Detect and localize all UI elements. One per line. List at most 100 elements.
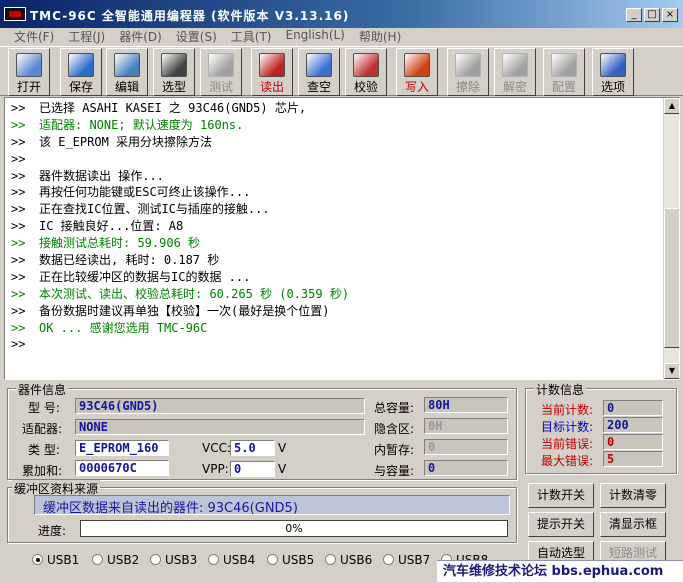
usb-radio-4[interactable]: USB4 (208, 553, 255, 567)
log-line: >> 再按任何功能键或ESC可终止该操作... (11, 184, 661, 201)
usb-radio-2[interactable]: USB2 (92, 553, 139, 567)
log-line: >> (11, 336, 661, 353)
log-text: IC 接触良好...位置: A8 (39, 219, 184, 234)
toolbar-label: 校验 (353, 80, 378, 94)
log-scrollbar[interactable]: ▲ ▼ (663, 98, 679, 379)
log-prefix: >> (11, 185, 26, 200)
menu-item-3[interactable]: 设置(S) (170, 25, 225, 45)
count-toggle-button[interactable]: 计数开关 (528, 483, 594, 508)
radio-dot-icon[interactable] (208, 554, 219, 565)
vpp-label: VPP: (202, 462, 229, 476)
usb-radio-3[interactable]: USB3 (150, 553, 197, 567)
model-label: 型 号: (28, 401, 60, 415)
log-text: 数据已经读出, 耗时: 0.187 秒 (39, 253, 220, 268)
usb-radio-label: USB5 (282, 553, 315, 567)
menu-item-5[interactable]: English(L) (279, 25, 352, 45)
max-errors-field: 5 (603, 451, 663, 467)
vpp-unit: V (278, 462, 287, 476)
log-lines: >> 已选择 ASAHI KASEI 之 93C46(GND5) 芯片, >> 适配器… (11, 100, 661, 353)
log-line: >> 该 E_EPROM 采用分块擦除方法 (11, 134, 661, 151)
radio-dot-icon[interactable] (383, 554, 394, 565)
progress-label: 进度: (38, 524, 67, 538)
count-info-title: 计数信息 (534, 381, 587, 398)
toolbar-button-3[interactable]: 选型 (153, 48, 195, 96)
toolbar-button-9[interactable]: 擦除 (447, 48, 489, 96)
close-button[interactable]: × (662, 8, 678, 22)
toolbar-label: 保存 (68, 80, 93, 94)
toolbar-button-1[interactable]: 保存 (60, 48, 102, 96)
toolbar-button-10[interactable]: 解密 (494, 48, 536, 96)
menu-item-4[interactable]: 工具(T) (225, 25, 280, 45)
checksum-field: 0000670C (75, 460, 169, 476)
log-text: 正在查找IC位置、测试IC与插座的接触... (39, 202, 270, 217)
toolbar-label: 写入 (404, 80, 429, 94)
test-icon (208, 53, 234, 77)
usb-radio-7[interactable]: USB7 (383, 553, 430, 567)
toolbar-button-8[interactable]: 写入 (396, 48, 438, 96)
log-prefix: >> (11, 269, 26, 284)
radio-dot-icon[interactable] (150, 554, 161, 565)
count-clear-button[interactable]: 计数清零 (600, 483, 666, 508)
write-icon (404, 53, 430, 77)
clear-display-button[interactable]: 清显示框 (600, 512, 666, 537)
and-capacity-label: 与容量: (374, 464, 415, 478)
toolbar-button-7[interactable]: 校验 (345, 48, 387, 96)
toolbar-label: 查空 (306, 80, 331, 94)
hint-toggle-button[interactable]: 提示开关 (528, 512, 594, 537)
and-capacity-field: 0 (424, 460, 508, 476)
verify-icon (353, 53, 379, 77)
radio-dot-icon[interactable] (92, 554, 103, 565)
menu-item-6[interactable]: 帮助(H) (353, 25, 409, 45)
toolbar-button-12[interactable]: 选项 (592, 48, 634, 96)
window-title: TMC-96C 全智能通用编程器 (软件版本 V3.13.16) (30, 9, 350, 23)
usb-radio-5[interactable]: USB5 (267, 553, 314, 567)
log-prefix: >> (11, 303, 26, 318)
current-errors-field: 0 (603, 434, 663, 450)
minimize-button[interactable]: _ (626, 8, 642, 22)
log-prefix: >> (11, 236, 26, 251)
toolbar-button-0[interactable]: 打开 (8, 48, 50, 96)
scroll-thumb[interactable] (664, 208, 679, 348)
usb-radio-1[interactable]: USB1 (32, 553, 79, 567)
vpp-field: 0 (230, 461, 275, 477)
current-count-field: 0 (603, 400, 663, 416)
hidden-field: 0H (424, 418, 508, 434)
radio-dot-icon[interactable] (267, 554, 278, 565)
maximize-button[interactable]: □ (644, 8, 660, 22)
log-prefix: >> (11, 253, 26, 268)
scroll-up-icon[interactable]: ▲ (664, 98, 679, 114)
buffer-source-box: 缓冲区数据来自读出的器件: 93C46(GND5) (34, 495, 510, 516)
usb-radio-6[interactable]: USB6 (325, 553, 372, 567)
current-count-label: 当前计数: (541, 403, 594, 417)
menu-item-1[interactable]: 工程(J) (62, 25, 113, 45)
usb-radio-label: USB1 (47, 553, 80, 567)
buffer-source-text: 缓冲区数据来自读出的器件: 93C46(GND5) (43, 501, 298, 516)
toolbar-label: 解密 (502, 80, 527, 94)
toolbar-button-11[interactable]: 配置 (543, 48, 585, 96)
radio-dot-icon[interactable] (32, 554, 43, 565)
log-line: >> (11, 151, 661, 168)
capacity-field: 80H (424, 397, 508, 413)
open-folder-icon (16, 53, 42, 77)
decrypt-icon (502, 53, 528, 77)
hidden-label: 隐含区: (374, 422, 415, 436)
adapter-label: 适配器: (22, 422, 63, 436)
log-text: 正在比较缓冲区的数据与IC的数据 ... (39, 269, 251, 284)
log-line: >> 备份数据时建议再单独【校验】一次(最好是换个位置) (11, 303, 661, 320)
toolbar-label: 编辑 (114, 80, 139, 94)
title-bar: TMC-96C 全智能通用编程器 (软件版本 V3.13.16) _ □ × (0, 0, 683, 28)
toolbar-button-2[interactable]: 编辑 (106, 48, 148, 96)
radio-dot-icon[interactable] (325, 554, 336, 565)
toolbar-button-4[interactable]: 测试 (200, 48, 242, 96)
current-errors-label: 当前错误: (541, 437, 594, 451)
menu-item-2[interactable]: 器件(D) (113, 25, 170, 45)
menu-item-0[interactable]: 文件(F) (8, 25, 62, 45)
app-icon (4, 7, 26, 21)
log-output: >> 已选择 ASAHI KASEI 之 93C46(GND5) 芯片, >> 适配器… (4, 97, 680, 380)
scroll-down-icon[interactable]: ▼ (664, 363, 679, 379)
capacity-label: 总容量: (374, 401, 415, 415)
log-line: >> 本次测试、读出、校验总耗时: 60.265 秒 (0.359 秒) (11, 286, 661, 303)
toolbar: 打开 保存 编辑 选型 测试 读出 查空 校验 写入 擦除 解密 配置 选项 (0, 46, 683, 96)
toolbar-button-6[interactable]: 查空 (298, 48, 340, 96)
toolbar-button-5[interactable]: 读出 (251, 48, 293, 96)
